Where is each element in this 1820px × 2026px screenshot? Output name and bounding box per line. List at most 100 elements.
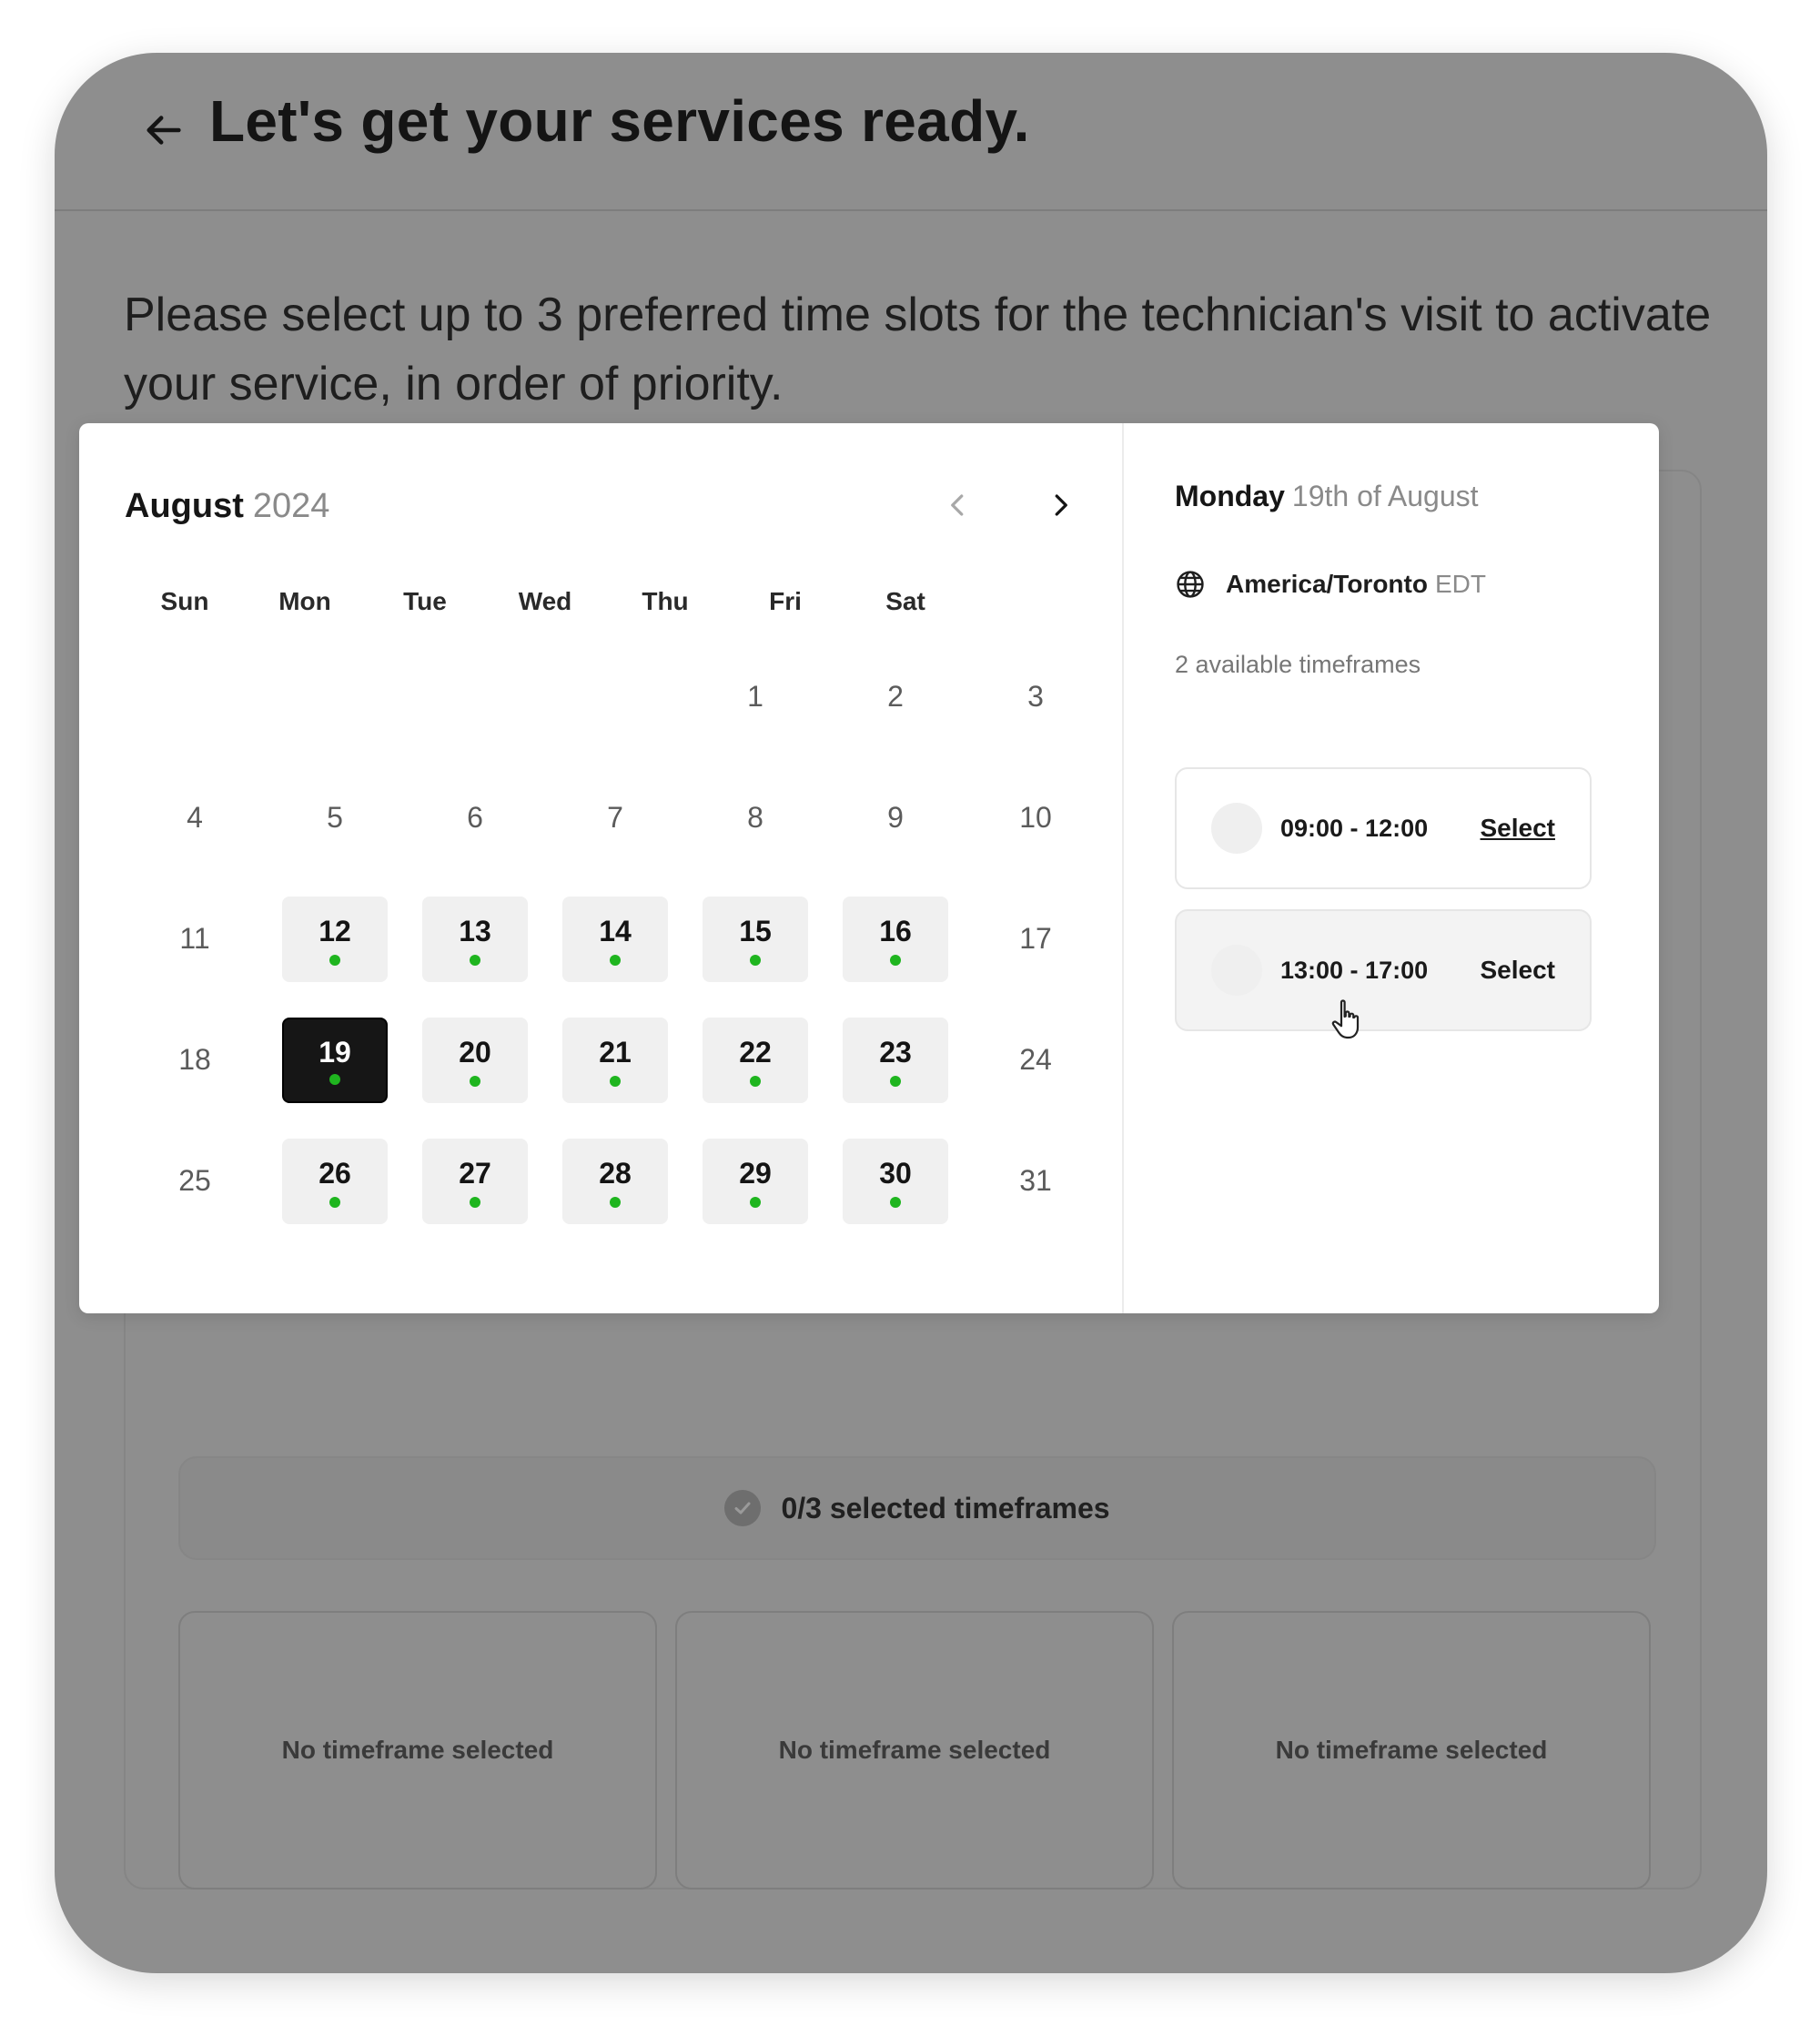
availability-dot <box>470 1196 480 1208</box>
day-cell: 1 <box>685 636 825 757</box>
unavailable-day: 11 <box>142 897 248 982</box>
day-cell: 4 <box>125 757 265 878</box>
day-cell: 2 <box>825 636 966 757</box>
select-timeframe-button[interactable]: Select <box>1481 956 1556 985</box>
available-day-button[interactable]: 15 <box>703 896 808 982</box>
unavailable-day: 10 <box>983 775 1088 861</box>
day-number: 6 <box>467 801 483 834</box>
day-cell: 22 <box>685 999 825 1120</box>
day-number: 30 <box>879 1157 912 1190</box>
empty-day-cell <box>405 636 545 757</box>
day-number: 24 <box>1019 1043 1052 1076</box>
available-day-button[interactable]: 14 <box>562 896 668 982</box>
selected-weekday: Monday <box>1175 480 1285 512</box>
timeframe-time: 09:00 - 12:00 <box>1280 814 1429 842</box>
unavailable-day: 1 <box>703 654 808 740</box>
day-cell: 23 <box>825 999 966 1120</box>
day-number: 28 <box>599 1157 632 1190</box>
available-day-button[interactable]: 21 <box>562 1017 668 1103</box>
timezone-name: America/Toronto <box>1226 570 1428 598</box>
unavailable-day: 3 <box>983 654 1088 740</box>
back-button[interactable] <box>133 98 197 162</box>
timeframe-option[interactable]: 09:00 - 12:00 Select <box>1175 767 1592 889</box>
priority-slot-1: No timeframe selected <box>178 1611 657 1889</box>
available-day-button[interactable]: 29 <box>703 1138 808 1224</box>
timezone-abbr: EDT <box>1434 570 1486 598</box>
timeframe-time: 13:00 - 17:00 <box>1280 956 1429 984</box>
day-cell: 14 <box>545 878 685 999</box>
unavailable-day: 2 <box>843 654 948 740</box>
available-day-button[interactable]: 20 <box>422 1017 528 1103</box>
timeframe-section: Monday 19th of August America/Toronto EDT… <box>1124 423 1659 1313</box>
available-day-button[interactable]: 12 <box>282 896 388 982</box>
day-number: 3 <box>1027 680 1044 713</box>
available-day-button[interactable]: 30 <box>843 1138 948 1224</box>
day-number: 4 <box>187 801 203 834</box>
weekday-label: Sat <box>885 587 925 615</box>
day-number: 13 <box>459 915 491 947</box>
day-number: 8 <box>747 801 763 834</box>
previous-month-button[interactable] <box>931 478 986 532</box>
radio-button[interactable] <box>1211 803 1262 854</box>
day-number: 2 <box>887 680 904 713</box>
day-cell: 26 <box>265 1120 405 1241</box>
day-number: 11 <box>179 922 210 955</box>
unavailable-day: 5 <box>282 775 388 861</box>
available-day-button[interactable]: 27 <box>422 1138 528 1224</box>
day-cell: 16 <box>825 878 966 999</box>
priority-slot-text: No timeframe selected <box>778 1736 1051 1764</box>
next-month-button[interactable] <box>1033 478 1087 532</box>
day-number: 25 <box>178 1164 211 1197</box>
day-number: 1 <box>747 680 763 713</box>
day-number: 18 <box>178 1043 211 1076</box>
availability-dot <box>329 954 340 966</box>
selected-day-button[interactable]: 19 <box>282 1017 388 1103</box>
availability-dot <box>610 1196 621 1208</box>
selected-count-bar: 0/3 selected timeframes <box>178 1456 1656 1560</box>
day-number: 17 <box>1019 922 1052 955</box>
day-number: 15 <box>739 915 772 947</box>
day-number: 14 <box>599 915 632 947</box>
timeframe-option[interactable]: 13:00 - 17:00 Select <box>1175 909 1592 1031</box>
select-timeframe-button[interactable]: Select <box>1481 814 1556 843</box>
day-cell: 27 <box>405 1120 545 1241</box>
unavailable-day: 18 <box>142 1018 248 1103</box>
day-cell: 17 <box>966 878 1106 999</box>
available-day-button[interactable]: 28 <box>562 1138 668 1224</box>
day-cell: 28 <box>545 1120 685 1241</box>
radio-button[interactable] <box>1211 945 1262 996</box>
unavailable-day: 24 <box>983 1018 1088 1103</box>
date-picker-panel: August 2024 Sun Mon Tue Wed Thu Fri Sat 1… <box>79 423 1659 1313</box>
page-title: Let's get your services ready. <box>209 88 1030 154</box>
availability-dot <box>890 1075 901 1087</box>
priority-slot-text: No timeframe selected <box>1275 1736 1548 1764</box>
available-day-button[interactable]: 22 <box>703 1017 808 1103</box>
empty-day-cell <box>545 636 685 757</box>
day-cell: 7 <box>545 757 685 878</box>
availability-dot <box>610 1075 621 1087</box>
day-cell: 21 <box>545 999 685 1120</box>
day-cell: 24 <box>966 999 1106 1120</box>
day-cell: 10 <box>966 757 1106 878</box>
day-number: 29 <box>739 1157 772 1190</box>
available-day-button[interactable]: 26 <box>282 1138 388 1224</box>
available-day-button[interactable]: 16 <box>843 896 948 982</box>
availability-dot <box>329 1196 340 1208</box>
priority-slot-text: No timeframe selected <box>281 1736 554 1764</box>
day-cell: 9 <box>825 757 966 878</box>
weekday-label: Fri <box>769 587 802 615</box>
day-cell: 6 <box>405 757 545 878</box>
day-cell: 19 <box>265 999 405 1120</box>
globe-icon <box>1177 571 1204 598</box>
day-number: 26 <box>318 1157 351 1190</box>
calendar-grid: 1 2 3 4 5 6 7 8 9 10 11 12 13 14 15 16 17 18 19 20 21 22 23 24 2… <box>125 636 1052 1241</box>
available-day-button[interactable]: 13 <box>422 896 528 982</box>
chevron-left-icon <box>951 494 964 516</box>
available-day-button[interactable]: 23 <box>843 1017 948 1103</box>
selected-count-text: 0/3 selected timeframes <box>781 1491 1110 1525</box>
day-number: 19 <box>318 1036 351 1069</box>
weekday-label: Thu <box>642 587 689 615</box>
day-number: 9 <box>887 801 904 834</box>
unavailable-day: 9 <box>843 775 948 861</box>
month-title: August 2024 <box>125 487 329 526</box>
